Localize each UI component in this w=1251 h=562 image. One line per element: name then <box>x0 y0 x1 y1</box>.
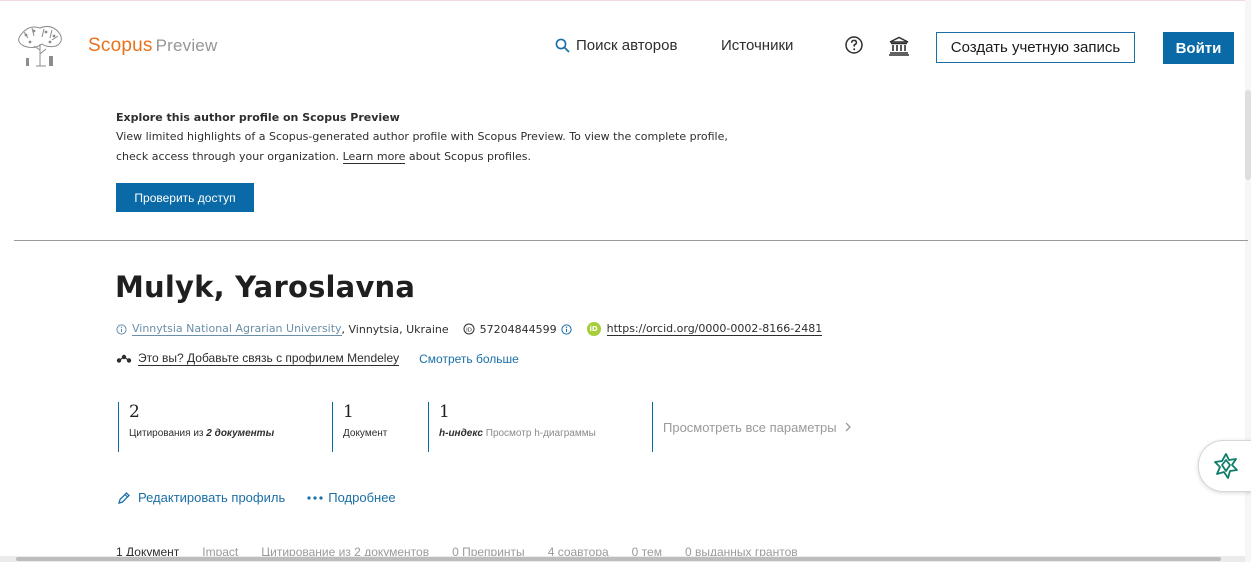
citations-docs: 2 документы <box>206 428 275 439</box>
affiliation-link[interactable]: Vinnytsia National Agrarian University <box>132 322 342 336</box>
orcid-link[interactable]: https://orcid.org/0000-0002-8166-2481 <box>606 322 823 336</box>
citations-value: 2 <box>129 402 140 422</box>
h-index-value: 1 <box>439 402 450 422</box>
documents-value: 1 <box>343 402 354 422</box>
top-accent-line <box>0 0 1251 1</box>
orcid-icon: iD <box>586 322 601 336</box>
citations-label: Цитирования из 2 документы <box>129 428 275 439</box>
search-icon <box>555 38 570 53</box>
more-dots-icon <box>307 495 323 500</box>
nav-author-search[interactable]: Поиск авторов <box>555 37 677 54</box>
create-account-button[interactable]: Создать учетную запись <box>936 32 1135 63</box>
login-button[interactable]: Войти <box>1163 32 1234 64</box>
brand-name: Scopus <box>88 35 153 56</box>
profile-actions: Редактировать профиль Подробнее <box>117 490 396 505</box>
view-h-graph-link[interactable]: Просмотр h-диаграммы <box>486 428 596 439</box>
nav-author-search-label: Поиск авторов <box>576 37 678 54</box>
ai-assistant-button[interactable] <box>1198 440 1251 492</box>
scopus-id-info-icon[interactable] <box>561 323 572 335</box>
nav-sources[interactable]: Источники <box>721 37 793 54</box>
documents-label: Документ <box>343 428 388 439</box>
help-icon[interactable] <box>844 35 864 55</box>
preview-banner: Explore this author profile on Scopus Pr… <box>116 111 776 167</box>
see-more-link[interactable]: Смотреть больше <box>419 352 519 366</box>
h-index-label: h-индекс Просмотр h-диаграммы <box>439 428 648 439</box>
info-icon[interactable] <box>116 323 127 335</box>
banner-title: Explore this author profile on Scopus Pr… <box>116 111 400 124</box>
banner-line2-prefix: check access through your organization. <box>116 150 340 163</box>
view-all-metrics-label: Просмотреть все параметры <box>663 419 837 435</box>
mendeley-icon <box>116 354 132 363</box>
institution-icon[interactable] <box>888 36 910 56</box>
horizontal-scrollbar-thumb[interactable] <box>16 557 1221 561</box>
mendeley-line: Это вы? Добавьте связь с профилем Mendel… <box>116 351 519 366</box>
chevron-right-icon <box>845 422 851 432</box>
view-all-metrics-link[interactable]: Просмотреть все параметры <box>652 402 892 452</box>
metric-h-index[interactable]: 1 h-индекс Просмотр h-диаграммы <box>428 402 648 452</box>
pencil-icon[interactable] <box>117 491 131 505</box>
metric-citations[interactable]: 2 Цитирования из 2 документы <box>118 402 328 452</box>
author-location: , Vinnytsia, Ukraine <box>341 322 449 336</box>
more-link-label: Подробнее <box>328 490 396 505</box>
scopus-id-icon: ID <box>463 323 475 335</box>
learn-more-link[interactable]: Learn more <box>342 150 406 164</box>
more-link[interactable]: Подробнее <box>307 490 396 505</box>
author-name: Mulyk, Yaroslavna <box>115 270 416 304</box>
banner-line1: View limited highlights of a Scopus-gene… <box>116 130 728 143</box>
h-index-title: h-индекс <box>439 428 483 439</box>
top-header: Scopus Preview Поиск авторов Источники Со… <box>0 10 1251 76</box>
metric-documents[interactable]: 1 Документ <box>332 402 422 452</box>
scopus-author-id: 57204844599 <box>479 322 557 336</box>
svg-text:ID: ID <box>466 327 472 333</box>
mendeley-link[interactable]: Это вы? Добавьте связь с профилем Mendel… <box>138 351 400 366</box>
elsevier-tree-logo-icon[interactable] <box>14 22 66 70</box>
ai-assistant-icon <box>1213 453 1238 479</box>
banner-line2-suffix: about Scopus profiles. <box>408 150 531 163</box>
banner-text: View limited highlights of a Scopus-gene… <box>116 127 776 167</box>
section-divider <box>14 240 1248 241</box>
edit-profile-link[interactable]: Редактировать профиль <box>138 490 285 505</box>
brand-sub: Preview <box>155 36 218 55</box>
scopus-brand[interactable]: Scopus Preview <box>88 35 217 57</box>
vertical-scrollbar-thumb[interactable] <box>1245 90 1251 180</box>
check-access-button[interactable]: Проверить доступ <box>116 183 254 212</box>
author-meta-line: Vinnytsia National Agrarian University, … <box>116 320 823 338</box>
